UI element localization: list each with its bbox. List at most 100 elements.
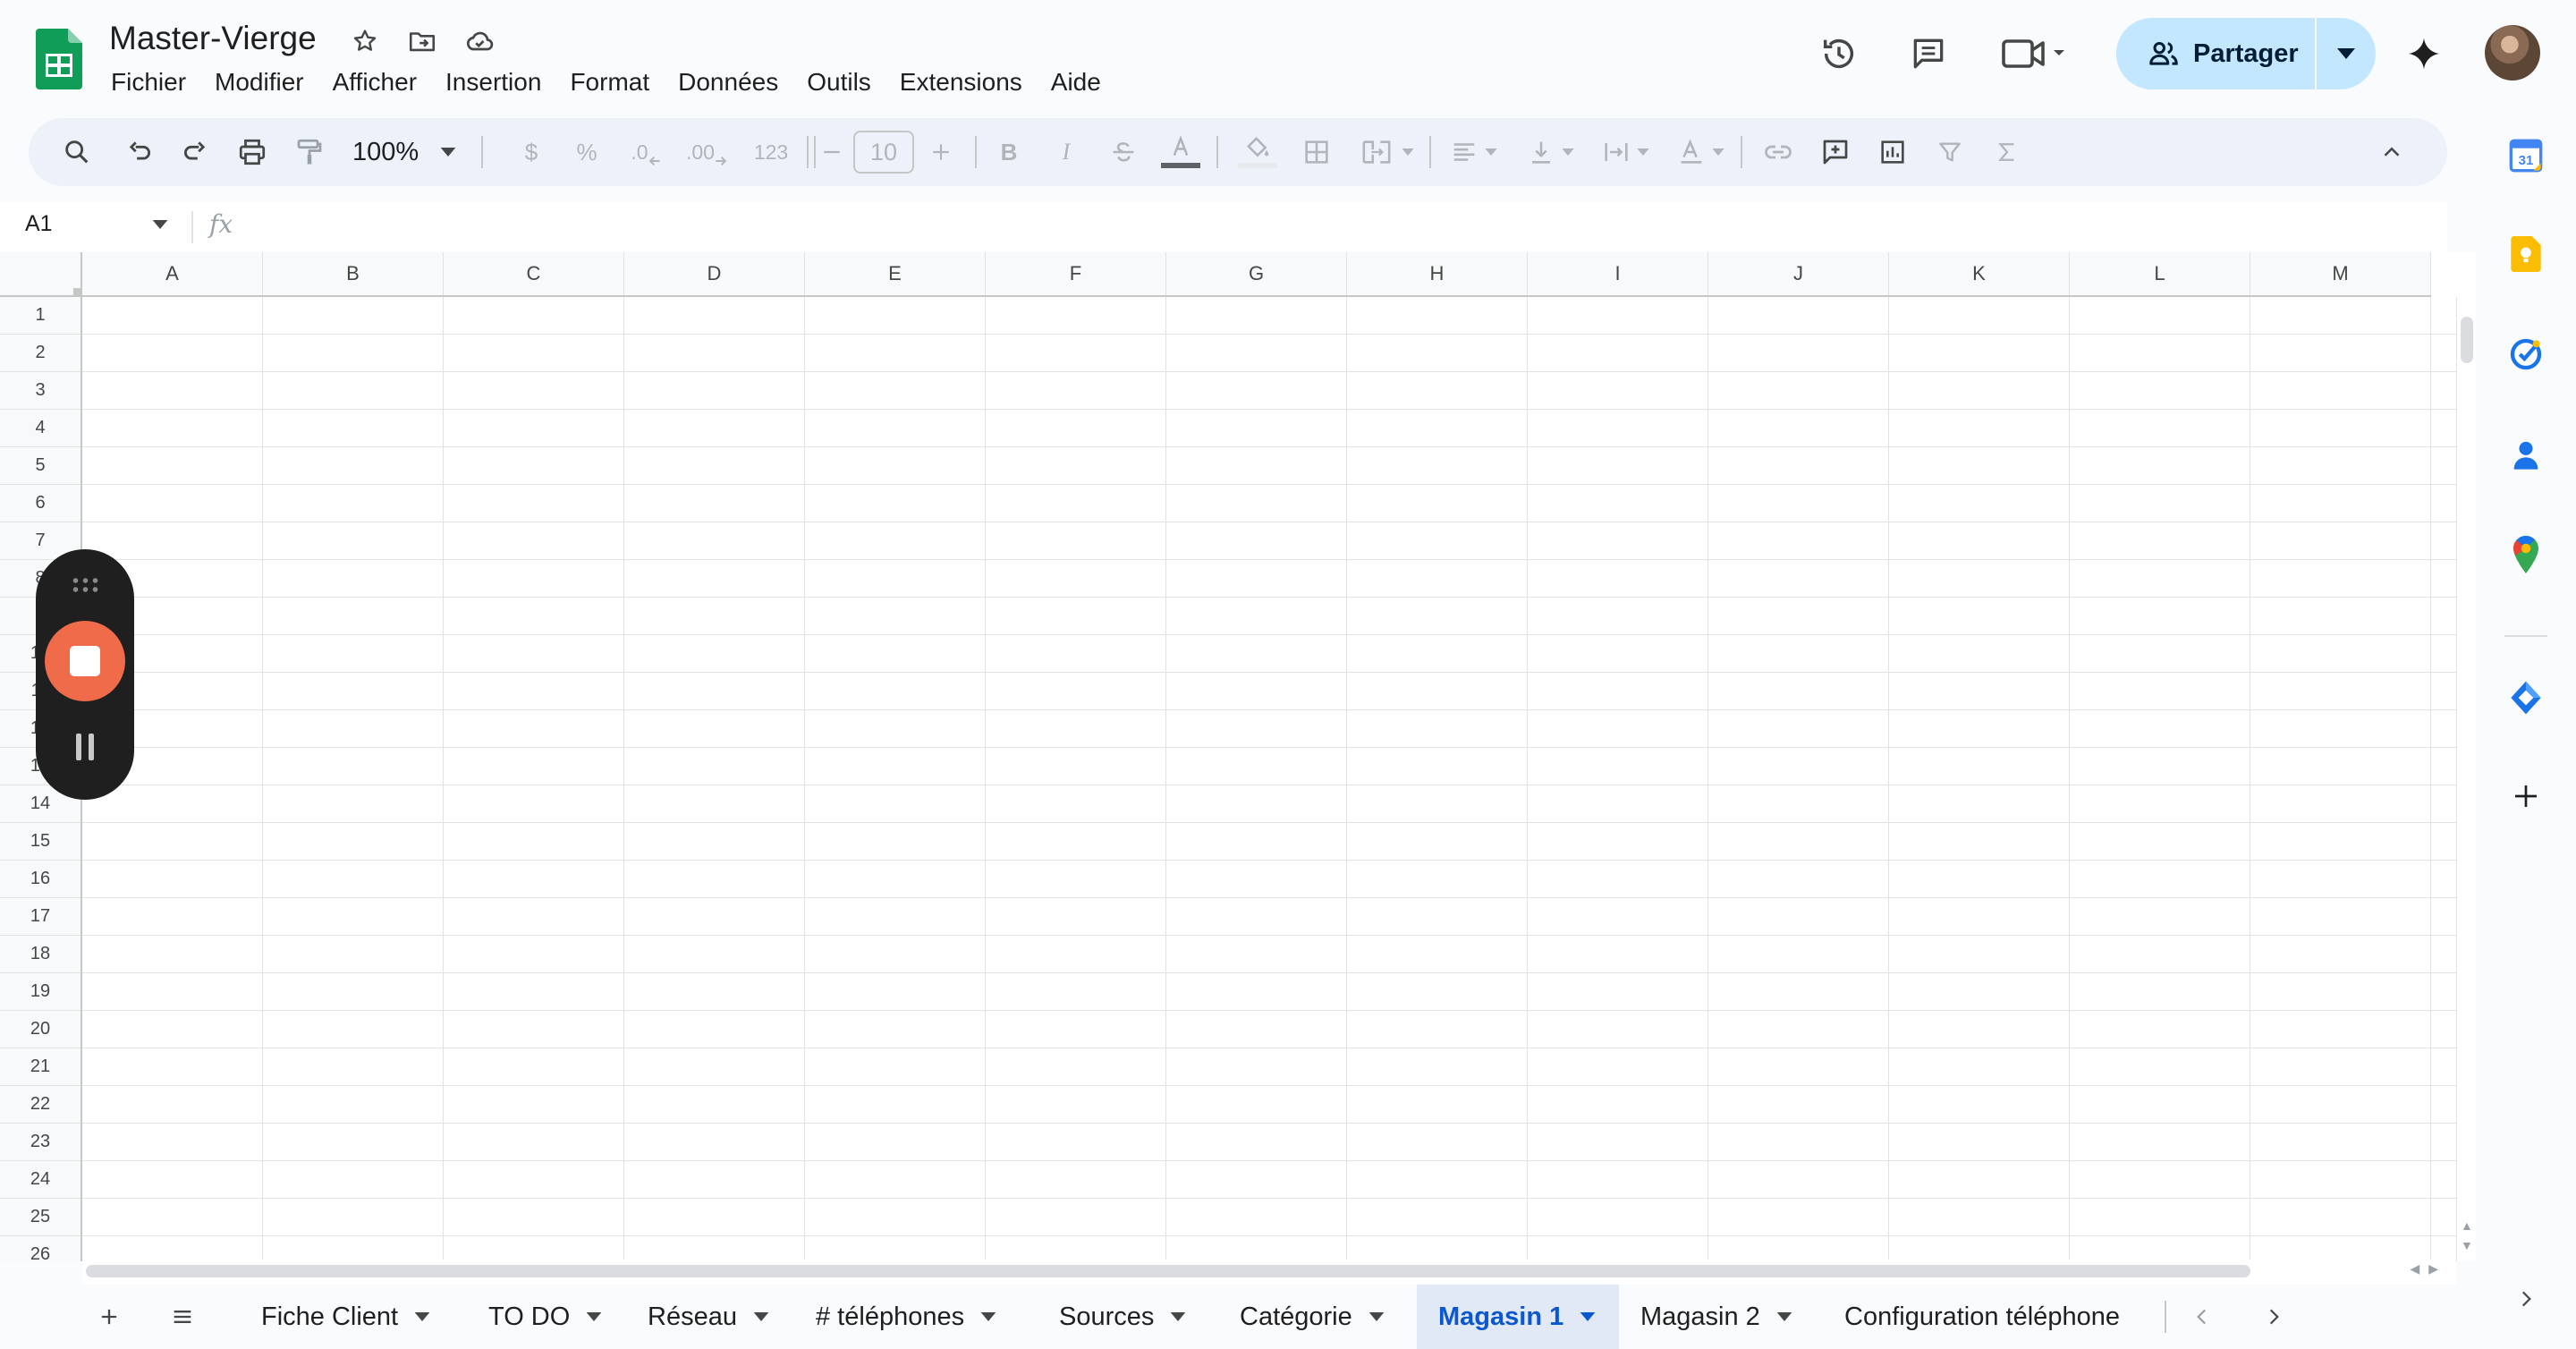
pause-icon[interactable] [71, 734, 99, 760]
menu-help[interactable]: Aide [1037, 64, 1115, 100]
hide-side-panel-chevron-icon[interactable] [2508, 1281, 2544, 1317]
tasks-icon[interactable] [2508, 336, 2544, 372]
vertical-scroll-thumb[interactable] [2461, 317, 2473, 363]
text-rotation-icon[interactable] [1667, 127, 1733, 177]
add-sheet-plus-icon[interactable] [91, 1299, 127, 1335]
column-header[interactable]: B [263, 252, 444, 295]
fill-color-icon[interactable] [1233, 127, 1283, 177]
search-menus-icon[interactable] [55, 127, 98, 177]
share-dropdown-caret-icon[interactable] [2317, 48, 2376, 59]
row-header[interactable]: 2 [0, 335, 80, 372]
sheet-tab-telephones[interactable]: # téléphones [816, 1285, 996, 1349]
collapse-menus-chevron-up-icon[interactable] [2367, 127, 2417, 177]
row-header[interactable]: 20 [0, 1011, 80, 1048]
horizontal-scroll-arrows-icon[interactable]: ◀▶ [2410, 1261, 2447, 1277]
sheet-tab-sources[interactable]: Sources [1059, 1285, 1186, 1349]
sheet-tab-magasin-1[interactable]: Magasin 1 [1417, 1285, 1619, 1349]
comments-icon[interactable] [1903, 29, 1953, 79]
font-size-input[interactable]: 10 [853, 131, 914, 174]
addon-diamond-icon[interactable] [2508, 680, 2544, 716]
merge-cells-icon[interactable] [1349, 127, 1424, 177]
sheet-tab-caret-icon[interactable] [753, 1312, 769, 1321]
sheet-tab-caret-icon[interactable] [1170, 1312, 1186, 1321]
column-header[interactable]: D [624, 252, 805, 295]
scroll-tabs-right-icon[interactable] [2256, 1299, 2292, 1335]
menu-file[interactable]: Fichier [97, 64, 200, 100]
sheet-tab-caret-icon[interactable] [586, 1312, 602, 1321]
insert-chart-icon[interactable] [1868, 127, 1918, 177]
drag-handle-icon[interactable] [71, 576, 99, 594]
cloud-saved-icon[interactable] [462, 23, 497, 59]
bold-button[interactable]: B [986, 127, 1032, 177]
row-header[interactable]: 23 [0, 1124, 80, 1161]
sheet-tab-reseau[interactable]: Réseau [648, 1285, 769, 1349]
row-header[interactable]: 19 [0, 973, 80, 1011]
column-header[interactable]: H [1347, 252, 1528, 295]
user-avatar[interactable] [2485, 25, 2540, 81]
row-header[interactable]: 5 [0, 447, 80, 485]
scroll-tabs-left-icon[interactable] [2184, 1299, 2220, 1335]
column-header[interactable]: F [986, 252, 1166, 295]
sheet-tab-caret-icon[interactable] [414, 1312, 430, 1321]
column-header[interactable]: M [2250, 252, 2431, 295]
all-sheets-menu-icon[interactable] [165, 1299, 200, 1335]
menu-format[interactable]: Format [555, 64, 664, 100]
contacts-icon[interactable] [2508, 437, 2544, 472]
version-history-icon[interactable] [1814, 29, 1864, 79]
vertical-scrollbar[interactable]: ▲ ▼ [2456, 297, 2476, 1261]
move-to-folder-icon[interactable] [404, 23, 440, 59]
functions-sigma-icon[interactable] [1982, 127, 2032, 177]
insert-link-icon[interactable] [1753, 127, 1803, 177]
sheets-logo-icon[interactable] [36, 29, 82, 89]
star-icon[interactable] [347, 23, 383, 59]
row-header[interactable]: 4 [0, 410, 80, 447]
name-box[interactable]: A1 [25, 211, 53, 237]
menu-view[interactable]: Afficher [318, 64, 431, 100]
sheet-tab-to-do[interactable]: TO DO [488, 1285, 602, 1349]
text-wrapping-icon[interactable] [1592, 127, 1658, 177]
name-box-caret-icon[interactable] [152, 220, 168, 229]
horizontal-scroll-thumb[interactable] [86, 1265, 2250, 1277]
column-header[interactable]: C [444, 252, 624, 295]
cell-area[interactable] [82, 297, 2456, 1261]
row-header[interactable]: 16 [0, 861, 80, 898]
zoom-select[interactable]: 100% [349, 127, 492, 177]
meet-video-icon[interactable] [2000, 29, 2072, 79]
insert-comment-icon[interactable] [1810, 127, 1860, 177]
row-header[interactable]: 3 [0, 372, 80, 410]
row-header[interactable]: 21 [0, 1048, 80, 1086]
row-header[interactable]: 25 [0, 1199, 80, 1236]
share-main-button[interactable]: Partager [2116, 18, 2317, 89]
currency-format-button[interactable]: $ [512, 127, 551, 177]
calendar-icon[interactable]: 31 [2508, 138, 2544, 174]
keep-notes-icon[interactable] [2508, 236, 2544, 272]
column-header[interactable]: I [1528, 252, 1708, 295]
sheet-tab-magasin-2[interactable]: Magasin 2 [1640, 1285, 1792, 1349]
scroll-up-arrow-icon[interactable]: ▲ [2461, 1218, 2473, 1233]
row-header[interactable]: 22 [0, 1086, 80, 1124]
paint-format-icon[interactable] [284, 127, 335, 177]
scroll-down-arrow-icon[interactable]: ▼ [2461, 1238, 2473, 1252]
column-header[interactable]: A [82, 252, 263, 295]
vertical-align-icon[interactable] [1517, 127, 1583, 177]
sheet-tab-caret-icon[interactable] [980, 1312, 996, 1321]
row-header[interactable]: 18 [0, 936, 80, 973]
menu-data[interactable]: Données [664, 64, 792, 100]
menu-tools[interactable]: Outils [792, 64, 886, 100]
column-header[interactable]: G [1166, 252, 1347, 295]
sheet-tab-configuration-telephone[interactable]: Configuration téléphone [1844, 1285, 2120, 1349]
sheet-tab-caret-icon[interactable] [1580, 1312, 1596, 1321]
select-all-corner[interactable] [0, 252, 82, 297]
increase-decimal-button[interactable]: .00 [678, 127, 735, 177]
sheet-tab-caret-icon[interactable] [1776, 1312, 1792, 1321]
get-addons-plus-icon[interactable] [2508, 778, 2544, 814]
strikethrough-icon[interactable] [1100, 127, 1147, 177]
print-icon[interactable] [227, 127, 277, 177]
row-header[interactable]: 1 [0, 297, 80, 335]
menu-edit[interactable]: Modifier [200, 64, 318, 100]
row-header[interactable]: 24 [0, 1161, 80, 1199]
column-header[interactable]: K [1889, 252, 2070, 295]
document-title[interactable]: Master-Vierge [109, 20, 317, 57]
decrease-decimal-button[interactable]: .0 [621, 127, 671, 177]
menu-insert[interactable]: Insertion [431, 64, 555, 100]
